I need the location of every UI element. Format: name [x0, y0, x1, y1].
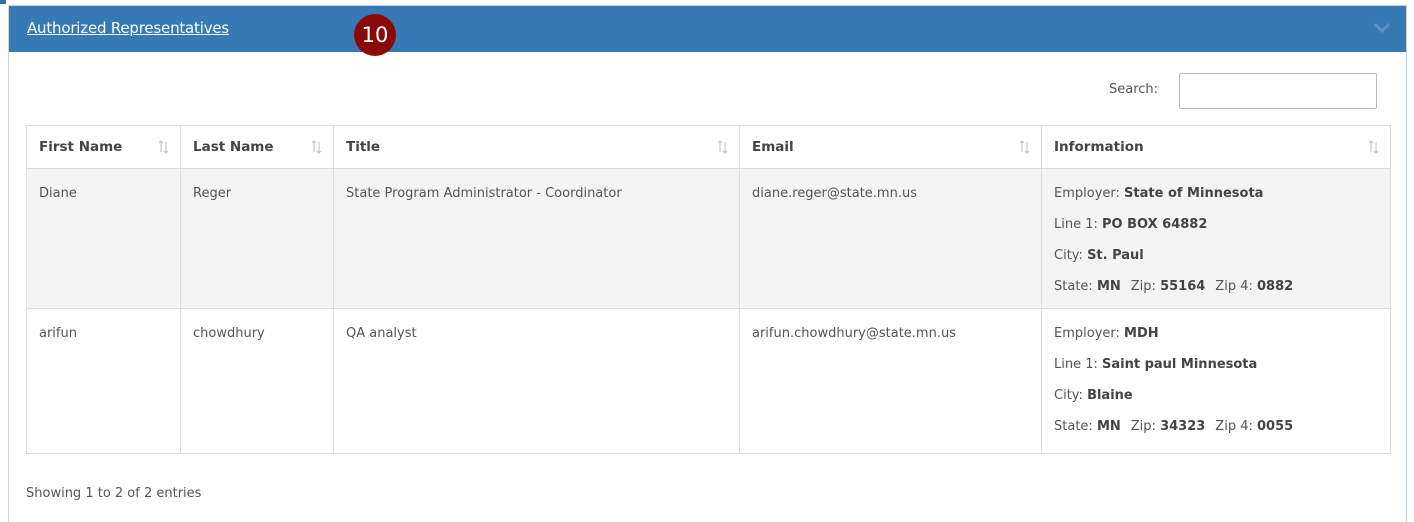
info-value: 55164 [1160, 279, 1206, 294]
info-value: MDH [1124, 326, 1159, 341]
table-info-text: Showing 1 to 2 of 2 entries [26, 486, 202, 501]
info-line1: Line 1: PO BOX 64882 [1054, 215, 1378, 246]
cell-last-name: Reger [180, 168, 334, 309]
column-header-last-name[interactable]: Last Name [180, 125, 334, 169]
info-label: State: [1054, 279, 1093, 294]
info-city: City: Blaine [1054, 386, 1378, 417]
info-value: St. Paul [1087, 248, 1144, 263]
sort-both-icon [312, 140, 322, 154]
info-employer: Employer: MDH [1054, 324, 1378, 355]
panel-title-link[interactable]: Authorized Representatives [27, 19, 229, 37]
info-label: Line 1: [1054, 357, 1098, 372]
info-state-zip: State: MN Zip: 34323 Zip 4: 0055 [1054, 417, 1378, 448]
search-input[interactable] [1179, 73, 1377, 109]
search-label: Search: [1109, 82, 1159, 97]
column-header-label: Information [1054, 139, 1144, 155]
info-label: State: [1054, 419, 1093, 434]
table-row[interactable]: Diane Reger State Program Administrator … [26, 168, 1391, 309]
table-row[interactable]: arifun chowdhury QA analyst arifun.chowd… [26, 308, 1391, 454]
cell-email: diane.reger@state.mn.us [739, 168, 1042, 309]
authorized-representatives-panel: Authorized Representatives Search: First… [8, 5, 1407, 522]
representatives-table: First Name Last Name Title Email Informa… [26, 125, 1391, 454]
cell-information: Employer: State of Minnesota Line 1: PO … [1041, 168, 1391, 309]
cell-last-name: chowdhury [180, 308, 334, 454]
sort-both-icon [1369, 140, 1379, 154]
info-value: 0055 [1257, 419, 1294, 434]
info-state-zip: State: MN Zip: 55164 Zip 4: 0882 [1054, 277, 1378, 308]
info-label: City: [1054, 388, 1083, 403]
page: Authorized Representatives Search: First… [0, 0, 1414, 522]
sort-both-icon [1020, 140, 1030, 154]
cell-email: arifun.chowdhury@state.mn.us [739, 308, 1042, 454]
panel-header[interactable]: Authorized Representatives [9, 6, 1406, 52]
column-header-first-name[interactable]: First Name [26, 125, 181, 169]
info-value: State of Minnesota [1124, 186, 1264, 201]
sort-both-icon [159, 140, 169, 154]
info-label: Line 1: [1054, 217, 1098, 232]
info-value: 0882 [1257, 279, 1294, 294]
info-label: Zip: [1130, 279, 1156, 294]
info-value: Saint paul Minnesota [1102, 357, 1258, 372]
info-value: 34323 [1160, 419, 1206, 434]
info-value: MN [1096, 279, 1121, 294]
cell-information: Employer: MDH Line 1: Saint paul Minneso… [1041, 308, 1391, 454]
info-label: Employer: [1054, 326, 1120, 341]
step-number-badge: 10 [354, 14, 396, 56]
column-header-information[interactable]: Information [1041, 125, 1391, 169]
info-label: City: [1054, 248, 1083, 263]
cell-title: QA analyst [333, 308, 740, 454]
info-employer: Employer: State of Minnesota [1054, 184, 1378, 215]
table-header-row: First Name Last Name Title Email Informa… [26, 125, 1391, 169]
cell-first-name: arifun [26, 308, 181, 454]
info-label: Employer: [1054, 186, 1120, 201]
info-city: City: St. Paul [1054, 246, 1378, 277]
column-header-label: Last Name [193, 139, 274, 155]
sort-both-icon [718, 140, 728, 154]
info-value: PO BOX 64882 [1102, 217, 1208, 232]
info-value: MN [1096, 419, 1121, 434]
chevron-down-icon[interactable] [1372, 21, 1392, 35]
info-line1: Line 1: Saint paul Minnesota [1054, 355, 1378, 386]
column-header-email[interactable]: Email [739, 125, 1042, 169]
column-header-label: Email [752, 139, 794, 155]
info-label: Zip: [1130, 419, 1156, 434]
cell-first-name: Diane [26, 168, 181, 309]
info-label: Zip 4: [1215, 279, 1253, 294]
column-header-label: Title [346, 139, 381, 155]
top-strip-mark [0, 0, 6, 4]
cell-title: State Program Administrator - Coordinato… [333, 168, 740, 309]
info-label: Zip 4: [1215, 419, 1253, 434]
column-header-title[interactable]: Title [333, 125, 740, 169]
info-value: Blaine [1087, 388, 1133, 403]
column-header-label: First Name [39, 139, 123, 155]
